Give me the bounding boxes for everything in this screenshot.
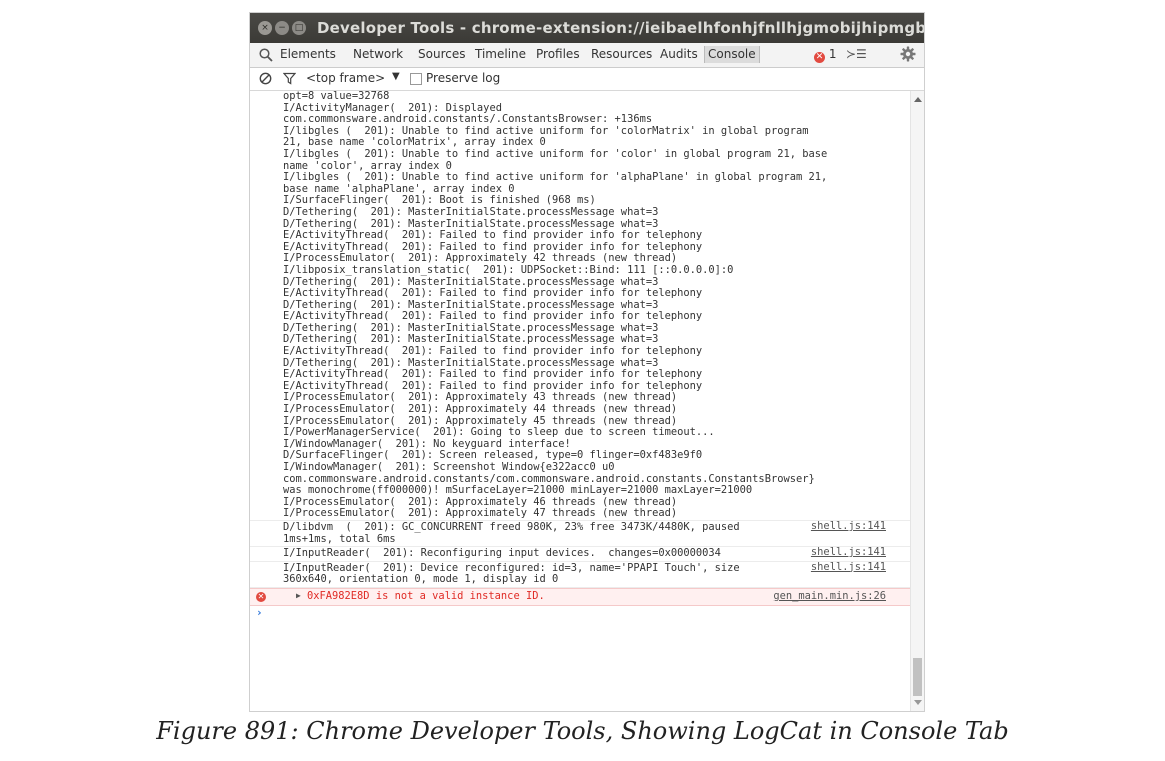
log-line: E/ActivityThread( 201): Failed to find p… xyxy=(283,380,703,392)
dropdown-arrow-icon[interactable]: ▼ xyxy=(392,71,400,82)
log-line: I/libgles ( 201): Unable to find active … xyxy=(283,125,809,137)
expand-triangle-icon[interactable]: ▶ xyxy=(296,591,301,600)
log-line: D/Tethering( 201): MasterInitialState.pr… xyxy=(283,276,659,288)
log-line: I/ProcessEmulator( 201): Approximately 4… xyxy=(283,404,678,416)
log-line: 1ms+1ms, total 6ms xyxy=(283,533,396,545)
log-line: I/PowerManagerService( 201): Going to sl… xyxy=(283,427,715,439)
tab-timeline[interactable]: Timeline xyxy=(475,47,526,61)
source-link[interactable]: shell.js:141 xyxy=(811,520,886,533)
show-drawer-icon[interactable]: ≻☰ xyxy=(846,47,867,61)
log-line: I/WindowManager( 201): No keyguard inter… xyxy=(283,438,571,450)
log-line: I/WindowManager( 201): Screenshot Window… xyxy=(283,462,615,473)
console-prompt[interactable]: › xyxy=(250,606,910,620)
console-message-block: opt=8 value=32768 I/ActivityManager( 201)… xyxy=(250,91,910,521)
console-error-message[interactable]: ✕ ▶ 0xFA982E8D is not a valid instance I… xyxy=(250,587,910,606)
log-line: E/ActivityThread( 201): Failed to find p… xyxy=(283,311,703,323)
log-line: name 'color', array index 0 xyxy=(283,160,452,172)
preserve-log-checkbox[interactable] xyxy=(410,73,422,85)
log-line: I/ProcessEmulator( 201): Approximately 4… xyxy=(283,508,678,520)
log-line: D/SurfaceFlinger( 201): Screen released,… xyxy=(283,450,703,462)
log-line: E/ActivityThread( 201): Failed to find p… xyxy=(283,288,703,300)
tab-elements[interactable]: Elements xyxy=(280,47,336,61)
scroll-thumb[interactable] xyxy=(913,658,922,696)
log-line: com.commonsware.android.constants/.Const… xyxy=(283,114,653,126)
log-line: I/ProcessEmulator( 201): Approximately 4… xyxy=(283,496,678,508)
log-line: D/Tethering( 201): MasterInitialState.pr… xyxy=(283,334,659,346)
tab-profiles[interactable]: Profiles xyxy=(536,47,580,61)
console-filter-bar: <top frame> ▼ Preserve log xyxy=(250,68,924,91)
console-messages[interactable]: opt=8 value=32768 I/ActivityManager( 201)… xyxy=(250,91,910,711)
tab-resources[interactable]: Resources xyxy=(591,47,652,61)
log-line: D/Tethering( 201): MasterInitialState.pr… xyxy=(283,299,659,311)
error-text: 0xFA982E8D is not a valid instance ID. xyxy=(307,589,545,602)
console-message: D/libdvm ( 201): GC_CONCURRENT freed 980… xyxy=(250,520,910,548)
error-badge-icon: ✕ xyxy=(814,52,825,63)
tab-sources[interactable]: Sources xyxy=(418,47,465,61)
log-line: E/ActivityThread( 201): Failed to find p… xyxy=(283,346,703,358)
prompt-chevron-icon: › xyxy=(256,605,263,619)
log-line: E/ActivityThread( 201): Failed to find p… xyxy=(283,241,703,253)
error-count: 1 xyxy=(828,47,837,61)
log-line: D/Tethering( 201): MasterInitialState.pr… xyxy=(283,218,659,230)
log-line: D/Tethering( 201): MasterInitialState.pr… xyxy=(283,322,659,334)
console-scrollbar[interactable] xyxy=(910,91,924,711)
log-line: 360x640, orientation 0, mode 1, display … xyxy=(283,574,559,586)
error-icon: ✕ xyxy=(256,591,266,602)
filter-icon[interactable] xyxy=(283,72,296,85)
log-line: I/libgles ( 201): Unable to find active … xyxy=(283,148,828,160)
tab-network[interactable]: Network xyxy=(353,47,403,61)
tab-audits[interactable]: Audits xyxy=(660,47,698,61)
panel-tab-bar: Elements Network Sources Timeline Profil… xyxy=(250,43,924,68)
log-line: opt=8 value=32768 xyxy=(283,91,390,102)
log-line: I/SurfaceFlinger( 201): Boot is finished… xyxy=(283,195,596,207)
figure-caption: Figure 891: Chrome Developer Tools, Show… xyxy=(156,717,1009,745)
log-line: I/libposix_translation_static( 201): UDP… xyxy=(283,264,734,276)
log-line: com.commonsware.android.constants/com.co… xyxy=(283,473,815,485)
tab-console[interactable]: Console xyxy=(704,46,760,63)
log-line: E/ActivityThread( 201): Failed to find p… xyxy=(283,369,703,381)
window-title: Developer Tools - chrome-extension://iei… xyxy=(317,19,924,37)
window-close-button[interactable]: × xyxy=(258,21,272,35)
scroll-up-arrow-icon[interactable] xyxy=(914,97,922,102)
search-icon[interactable] xyxy=(258,47,274,63)
window-minimize-button[interactable]: − xyxy=(275,21,289,35)
context-selector[interactable]: <top frame> xyxy=(306,71,385,85)
console-message-list: D/libdvm ( 201): GC_CONCURRENT freed 980… xyxy=(250,520,910,588)
log-line: 21, base name 'colorMatrix', array index… xyxy=(283,137,546,149)
log-line: I/ProcessEmulator( 201): Approximately 4… xyxy=(283,415,678,427)
log-line: I/ActivityManager( 201): Displayed xyxy=(283,102,502,114)
window-maximize-button[interactable]: □ xyxy=(292,21,306,35)
console-message: I/InputReader( 201): Reconfiguring input… xyxy=(250,547,910,562)
log-line: I/libgles ( 201): Unable to find active … xyxy=(283,172,828,184)
gear-icon[interactable] xyxy=(900,46,916,62)
log-line: base name 'alphaPlane', array index 0 xyxy=(283,183,515,195)
log-line: was monochrome(ff000000)! mSurfaceLayer=… xyxy=(283,485,753,497)
preserve-log-label: Preserve log xyxy=(426,71,501,85)
log-line: D/Tethering( 201): MasterInitialState.pr… xyxy=(283,206,659,218)
title-bar: × − □ Developer Tools - chrome-extension… xyxy=(250,13,924,43)
source-link[interactable]: shell.js:141 xyxy=(811,561,886,574)
scroll-down-arrow-icon[interactable] xyxy=(914,700,922,705)
log-line: I/ProcessEmulator( 201): Approximately 4… xyxy=(283,253,678,265)
console-message: I/InputReader( 201): Device reconfigured… xyxy=(250,561,910,588)
log-line: E/ActivityThread( 201): Failed to find p… xyxy=(283,230,703,242)
error-count-badge[interactable]: ✕ 1 xyxy=(814,47,836,63)
log-line: D/Tethering( 201): MasterInitialState.pr… xyxy=(283,357,659,369)
log-line: I/ProcessEmulator( 201): Approximately 4… xyxy=(283,392,678,404)
devtools-window: × − □ Developer Tools - chrome-extension… xyxy=(250,13,924,711)
error-source-link[interactable]: gen_main.min.js:26 xyxy=(773,590,886,603)
clear-console-icon[interactable] xyxy=(259,72,272,85)
source-link[interactable]: shell.js:141 xyxy=(811,547,886,559)
